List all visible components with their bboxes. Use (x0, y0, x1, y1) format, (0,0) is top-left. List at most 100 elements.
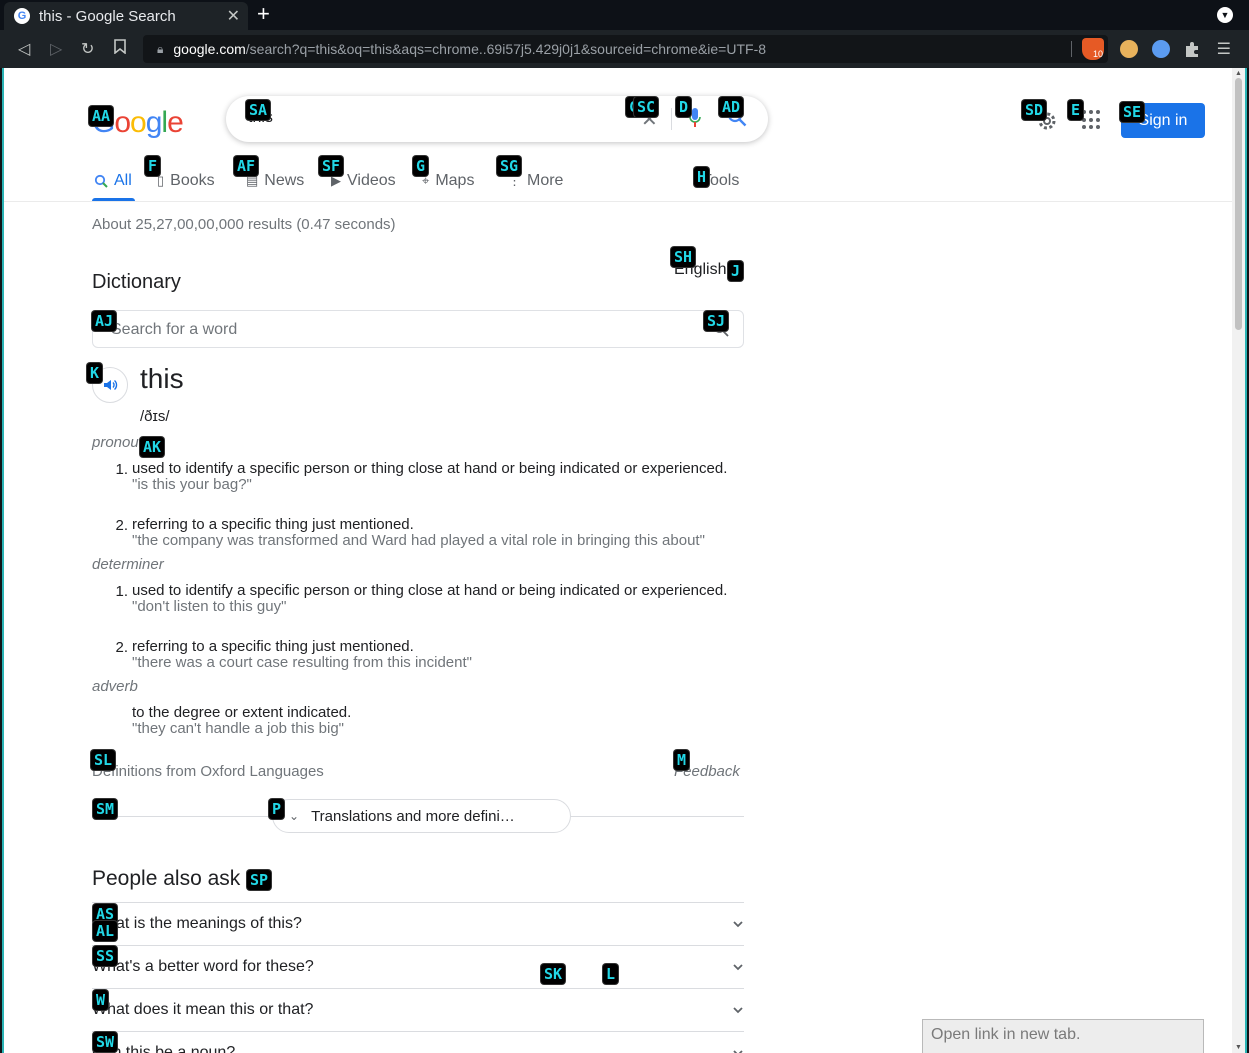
part-of-speech-pronoun: pronoun (92, 434, 148, 451)
definition-example: "don't listen to this guy" (132, 598, 287, 615)
back-icon[interactable]: ◁ (18, 39, 30, 59)
link-hint[interactable]: SF (319, 156, 344, 176)
link-status-popup: Open link in new tab. (922, 1019, 1204, 1053)
link-hint[interactable]: SS (93, 946, 118, 966)
scroll-down-arrow-icon[interactable]: ▼ (1235, 1044, 1242, 1051)
link-hint[interactable]: SL (91, 750, 116, 770)
link-hint[interactable]: SJ (704, 311, 729, 331)
browser-menu-icon[interactable]: ☰ (1217, 39, 1231, 59)
paa-question[interactable]: What's a better word for these? (92, 945, 744, 988)
link-hint[interactable]: SW (93, 1032, 118, 1052)
compass-extension-icon[interactable] (1152, 40, 1170, 58)
translations-label: Translations and more defini… (311, 807, 515, 825)
link-hint[interactable]: AK (140, 437, 165, 457)
link-hint[interactable]: J (728, 261, 744, 281)
people-also-ask-heading: People also ask (92, 867, 241, 890)
address-bar[interactable]: 🔒︎ google.com/search?q=this&oq=this&aqs=… (143, 35, 1108, 63)
omnibox-separator (1071, 41, 1072, 57)
page-scrollbar[interactable]: ▲ ▼ (1232, 68, 1245, 1053)
link-hint[interactable]: L (603, 964, 619, 984)
tab-label: Books (170, 172, 215, 189)
search-icon (94, 174, 108, 188)
part-of-speech-adverb: adverb (92, 678, 138, 695)
browser-tab[interactable]: G this - Google Search ✕ (4, 2, 248, 30)
tab-label: News (264, 172, 305, 189)
bookmark-icon[interactable] (114, 39, 126, 59)
link-hint[interactable]: SA (246, 100, 271, 120)
link-hint[interactable]: P (269, 799, 285, 819)
link-hint[interactable]: SH (671, 247, 696, 267)
paa-question-text: What is the meanings of this? (92, 915, 302, 932)
definition-example: "they can't handle a job this big" (132, 720, 344, 737)
definition-item: 2. referring to a specific thing just me… (112, 517, 752, 549)
link-hint[interactable]: AF (234, 156, 259, 176)
scroll-up-arrow-icon[interactable]: ▲ (1235, 70, 1242, 77)
definition-example: "is this your bag?" (132, 476, 252, 493)
translations-button[interactable]: ⌄ Translations and more defini… (272, 799, 571, 833)
link-hint[interactable]: E (1068, 100, 1084, 120)
chevron-down-icon (733, 1050, 743, 1053)
link-hint[interactable]: SM (93, 799, 118, 819)
part-of-speech-determiner: determiner (92, 556, 164, 573)
link-hint[interactable]: SC (634, 97, 659, 117)
link-hint[interactable]: AJ (92, 311, 117, 331)
chevron-down-icon (733, 1007, 743, 1014)
tab-maps[interactable]: ⌖ Maps (422, 172, 474, 190)
brave-shield-icon[interactable]: 10 (1082, 38, 1104, 60)
link-hint[interactable]: W (93, 990, 109, 1010)
paa-question[interactable]: Can this be a noun? (92, 1031, 744, 1053)
link-hint[interactable]: SP (247, 870, 272, 890)
link-hint[interactable]: M (674, 750, 690, 770)
link-hint[interactable]: SD (1022, 100, 1047, 120)
definition-text: referring to a specific thing just menti… (132, 516, 414, 533)
definition-example: "the company was transformed and Ward ha… (132, 532, 705, 549)
tab-all[interactable]: All (94, 172, 132, 190)
tabs-divider (4, 201, 1234, 202)
tab-label: Maps (435, 172, 475, 189)
tab-label: Videos (347, 172, 396, 189)
close-tab-icon[interactable]: ✕ (227, 6, 240, 26)
tab-search-icon[interactable]: ▼ (1217, 7, 1233, 23)
page-viewport: Google this ✕ Sign in All ▯ Books ▤ News (2, 68, 1247, 1053)
owl-extension-icon[interactable] (1120, 40, 1138, 58)
link-hint[interactable]: AA (89, 106, 114, 126)
dictionary-search-placeholder: Search for a word (111, 321, 238, 338)
reload-icon[interactable]: ↻ (81, 39, 94, 59)
link-hint[interactable]: G (413, 156, 429, 176)
tab-books[interactable]: ▯ Books (157, 172, 215, 190)
link-hint[interactable]: F (145, 156, 161, 176)
definition-text: used to identify a specific person or th… (132, 460, 728, 477)
tab-title: this - Google Search (39, 7, 176, 25)
url-path: /search?q=this&oq=this&aqs=chrome..69i57… (245, 41, 767, 57)
dictionary-search-field[interactable]: Search for a word (92, 310, 744, 348)
paa-question[interactable]: What does it mean this or that? (92, 988, 744, 1031)
link-hint[interactable]: AD (719, 97, 744, 117)
paa-question[interactable]: What is the meanings of this? (92, 902, 744, 945)
link-hint[interactable]: AL (93, 921, 118, 941)
scrollbar-thumb[interactable] (1235, 78, 1242, 330)
link-hint[interactable]: SG (497, 156, 522, 176)
new-tab-button[interactable]: + (257, 3, 270, 25)
extensions-puzzle-icon[interactable] (1184, 41, 1200, 57)
google-apps-icon[interactable] (1082, 110, 1102, 130)
speaker-icon (104, 379, 118, 391)
chevron-down-icon (733, 921, 743, 928)
link-hint[interactable]: D (676, 97, 692, 117)
link-hint[interactable]: SE (1120, 102, 1145, 122)
paa-question-text: Can this be a noun? (92, 1044, 236, 1053)
lock-icon: 🔒︎ (157, 41, 164, 56)
definition-item: 1. used to identify a specific person or… (112, 583, 752, 615)
phonetic: /ðɪs/ (140, 408, 170, 425)
link-hint[interactable]: SK (541, 964, 566, 984)
oxford-source-link[interactable]: Definitions from Oxford Languages (92, 763, 324, 780)
definition-text: to the degree or extent indicated. (132, 704, 352, 721)
dictionary-word: this (140, 363, 184, 394)
forward-icon[interactable]: ▷ (50, 39, 62, 59)
chevron-down-icon (733, 964, 743, 971)
search-divider (671, 108, 672, 130)
link-hint[interactable]: K (87, 363, 103, 383)
link-hint[interactable]: H (694, 167, 710, 187)
tab-label: More (527, 172, 564, 189)
chevron-down-icon: ⌄ (289, 809, 300, 823)
paa-question-text: What does it mean this or that? (92, 1001, 314, 1018)
